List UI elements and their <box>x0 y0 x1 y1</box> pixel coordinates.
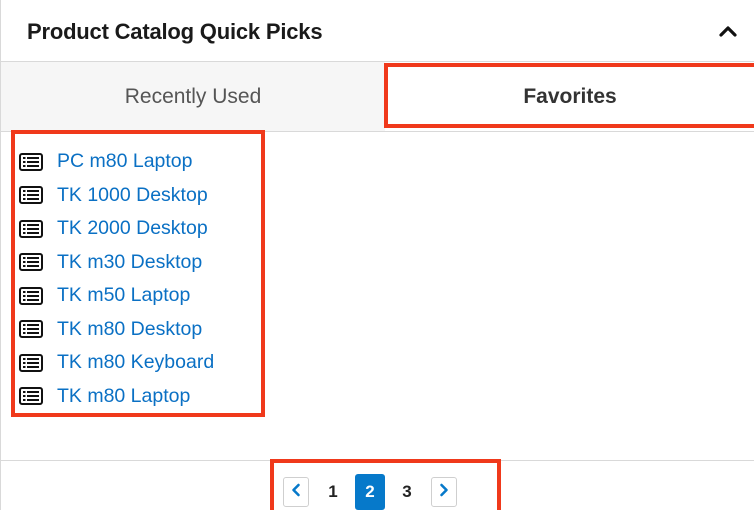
chevron-up-icon <box>719 24 737 42</box>
next-page-button[interactable] <box>431 477 457 507</box>
page-3-button[interactable]: 3 <box>389 475 425 509</box>
list-icon <box>19 319 45 339</box>
product-link[interactable]: TK m80 Desktop <box>57 318 202 341</box>
list-item[interactable]: TK m50 Laptop <box>19 279 214 313</box>
list-item[interactable]: TK 2000 Desktop <box>19 212 214 246</box>
chevron-right-icon <box>439 483 449 502</box>
list-item[interactable]: PC m80 Laptop <box>19 145 214 179</box>
list-icon <box>19 286 45 306</box>
list-item[interactable]: TK m80 Keyboard <box>19 346 214 380</box>
list-icon <box>19 219 45 239</box>
list-icon <box>19 152 45 172</box>
collapse-button[interactable] <box>715 22 741 44</box>
product-link[interactable]: TK 2000 Desktop <box>57 217 208 240</box>
list-icon <box>19 185 45 205</box>
favorites-list: PC m80 Laptop TK 1000 Desktop TK 2000 De… <box>19 145 214 413</box>
page-1-button[interactable]: 1 <box>315 475 351 509</box>
pagination: 1 2 3 <box>283 474 457 510</box>
list-item[interactable]: TK m80 Desktop <box>19 313 214 347</box>
list-icon <box>19 252 45 272</box>
previous-page-button[interactable] <box>283 477 309 507</box>
list-item[interactable]: TK m30 Desktop <box>19 246 214 280</box>
product-link[interactable]: TK m50 Laptop <box>57 284 190 307</box>
chevron-left-icon <box>291 483 301 502</box>
tab-bar: Recently Used Favorites <box>1 62 754 132</box>
list-icon <box>19 386 45 406</box>
list-icon <box>19 353 45 373</box>
list-item[interactable]: TK m80 Laptop <box>19 380 214 414</box>
product-link[interactable]: TK m80 Laptop <box>57 385 190 408</box>
page-2-button[interactable]: 2 <box>355 474 385 510</box>
tab-label: Recently Used <box>124 84 262 108</box>
product-link[interactable]: TK m80 Keyboard <box>57 351 214 374</box>
product-link[interactable]: PC m80 Laptop <box>57 150 193 173</box>
tab-label: Favorites <box>523 84 617 108</box>
product-link[interactable]: TK 1000 Desktop <box>57 184 208 207</box>
product-catalog-quick-picks-panel: Product Catalog Quick Picks Recently Use… <box>0 0 754 510</box>
panel-header: Product Catalog Quick Picks <box>1 0 754 62</box>
panel-title: Product Catalog Quick Picks <box>27 19 323 44</box>
product-link[interactable]: TK m30 Desktop <box>57 251 202 274</box>
tab-favorites[interactable]: Favorites <box>385 62 754 131</box>
tab-recently-used[interactable]: Recently Used <box>1 62 385 131</box>
list-item[interactable]: TK 1000 Desktop <box>19 179 214 213</box>
